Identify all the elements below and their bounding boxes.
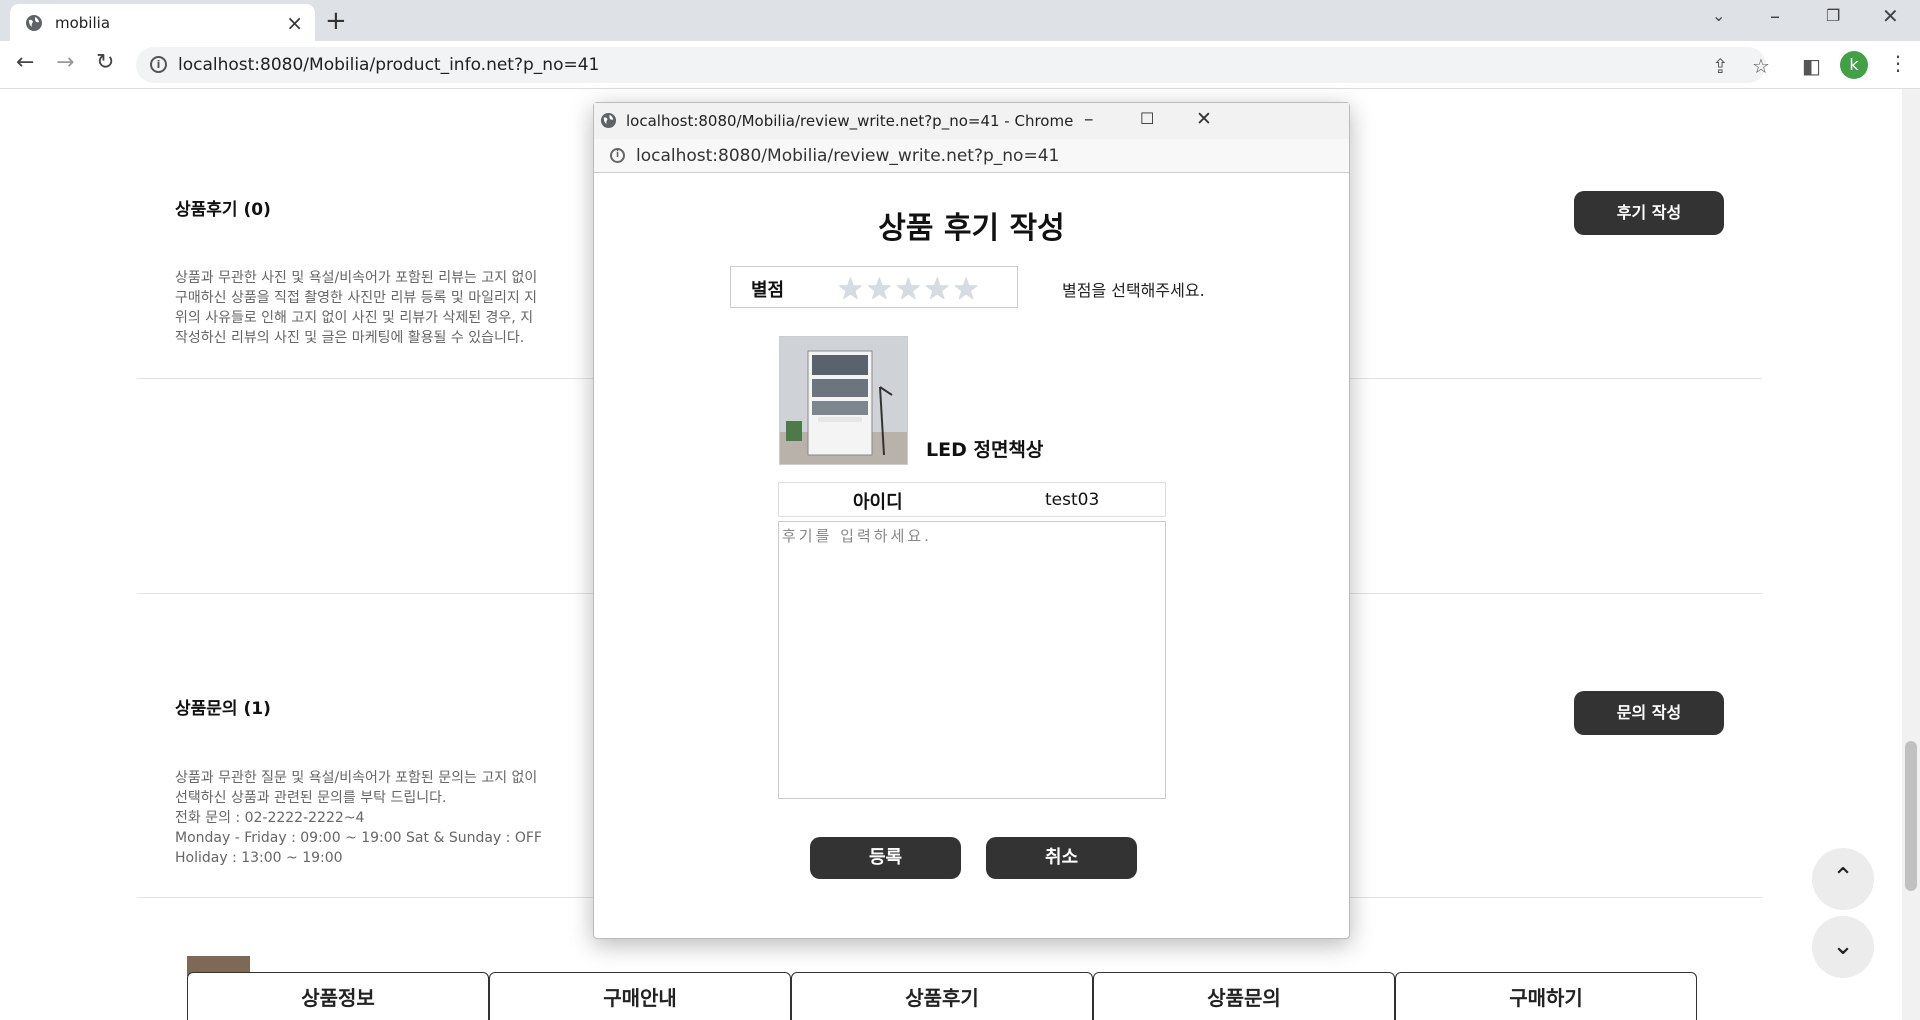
star-icon[interactable]: ★ [924,272,951,307]
inquiry-section-title: 상품문의 (1) [175,694,271,719]
address-bar[interactable]: i localhost:8080/Mobilia/product_info.ne… [136,47,1766,83]
review-notice-line: 구매하신 상품을 직접 촬영한 사진만 리뷰 등록 및 마일리지 지 [175,290,538,306]
inquiry-section-label: 상품문의 [175,699,238,719]
popup-url: localhost:8080/Mobilia/review_write.net?… [636,146,1060,166]
close-tab-icon[interactable]: × [286,11,303,35]
menu-icon[interactable]: ⋮ [1888,51,1908,75]
star-icon[interactable]: ★ [837,272,864,307]
star-icon[interactable]: ★ [866,272,893,307]
nav-product-info[interactable]: 상품정보 [187,972,489,1020]
rating-hint: 별점을 선택해주세요. [1062,281,1205,300]
star-rating: ★★★★★ [837,272,982,307]
popup-address-bar: i localhost:8080/Mobilia/review_write.ne… [594,139,1349,173]
globe-icon [26,15,42,31]
rating-label: 별점 [751,280,785,301]
submit-button[interactable]: 등록 [810,837,961,879]
write-inquiry-button[interactable]: 문의 작성 [1574,691,1724,735]
review-textarea[interactable] [778,521,1166,799]
inquiry-notice: 상품과 무관한 질문 및 욕설/비속어가 포함된 문의는 고지 없이 선택하신 … [175,768,542,868]
globe-icon [600,112,617,129]
browser-toolbar: ← → ↻ i localhost:8080/Mobilia/product_i… [0,41,1920,89]
product-tab-nav: 상품정보 구매안내 상품후기 상품문의 구매하기 [187,972,1697,1020]
inquiry-count: (1) [243,699,271,719]
inquiry-notice-line: 선택하신 상품과 관련된 문의를 부탁 드립니다. [175,790,447,806]
popup-titlebar: localhost:8080/Mobilia/review_write.net?… [594,103,1349,139]
reload-icon[interactable]: ↻ [96,50,114,75]
review-notice-line: 위의 사유들로 인해 고지 없이 사진 및 리뷰가 삭제된 경우, 지 [175,310,534,326]
user-id-row: 아이디 test03 [778,482,1166,517]
scroll-down-icon[interactable]: ⌄ [1812,916,1874,978]
profile-avatar[interactable]: k [1840,51,1868,79]
popup-maximize-icon[interactable]: ☐ [1140,109,1154,128]
write-review-button[interactable]: 후기 작성 [1574,191,1724,235]
inquiry-notice-line: 상품과 무관한 질문 및 욕설/비속어가 포함된 문의는 고지 없이 [175,770,538,786]
review-notice-line: 작성하신 리뷰의 사진 및 글은 마케팅에 활용될 수 있습니다. [175,330,525,346]
page-scrollbar[interactable] [1902,89,1920,1020]
tab-search-icon[interactable]: ⌄ [1712,6,1725,25]
tab-title: mobilia [55,14,111,32]
inquiry-notice-line: Holiday : 13:00 ~ 19:00 [175,850,343,866]
product-name: LED 정면책상 [926,439,1044,461]
browser-tab-bar: mobilia × + ⌄ – ❐ ✕ [0,0,1920,41]
scroll-up-icon[interactable]: ⌃ [1812,848,1874,910]
review-notice-line: 상품과 무관한 사진 및 욕설/비속어가 포함된 리뷰는 고지 없이 [175,270,538,286]
window-close-icon[interactable]: ✕ [1882,4,1899,28]
user-id-label: 아이디 [853,492,903,513]
review-section-title: 상품후기 (0) [175,195,271,220]
minimize-icon[interactable]: – [1770,4,1780,28]
user-id-value: test03 [1045,490,1100,510]
address-url[interactable]: localhost:8080/Mobilia/product_info.net?… [178,55,599,75]
inquiry-notice-line: 전화 문의 : 02-2222-2222~4 [175,810,365,826]
scrollbar-thumb[interactable] [1905,741,1917,891]
popup-window-title: localhost:8080/Mobilia/review_write.net?… [626,112,1074,130]
nav-inquiries[interactable]: 상품문의 [1093,972,1395,1020]
site-info-icon[interactable]: i [150,56,167,73]
star-icon[interactable]: ★ [895,272,922,307]
browser-tab[interactable]: mobilia × [10,4,315,41]
back-icon[interactable]: ← [16,50,34,75]
site-info-icon[interactable]: i [610,148,625,163]
star-icon[interactable]: ★ [953,272,980,307]
nav-reviews[interactable]: 상품후기 [791,972,1093,1020]
review-count: (0) [243,200,271,220]
nav-purchase[interactable]: 구매하기 [1395,972,1697,1020]
popup-heading: 상품 후기 작성 [878,211,1065,246]
inquiry-notice-line: Monday - Friday : 09:00 ~ 19:00 Sat & Su… [175,830,542,846]
review-notice: 상품과 무관한 사진 및 욕설/비속어가 포함된 리뷰는 고지 없이 구매하신 … [175,268,537,348]
side-panel-icon[interactable]: ◧ [1802,54,1821,78]
new-tab-icon[interactable]: + [325,6,347,36]
bookmark-star-icon[interactable]: ☆ [1752,54,1770,78]
product-image [779,336,908,465]
share-icon[interactable]: ⇪ [1712,54,1729,78]
rating-box: 별점 ★★★★★ [730,266,1018,308]
review-section-label: 상품후기 [175,200,238,220]
popup-close-icon[interactable]: ✕ [1196,108,1212,130]
review-write-popup: localhost:8080/Mobilia/review_write.net?… [593,102,1350,939]
forward-icon[interactable]: → [56,50,74,75]
restore-icon[interactable]: ❐ [1826,6,1840,25]
nav-purchase-guide[interactable]: 구매안내 [489,972,791,1020]
bookshelf-image [780,337,907,464]
popup-minimize-icon[interactable]: – [1084,108,1094,130]
cancel-button[interactable]: 취소 [986,837,1137,879]
